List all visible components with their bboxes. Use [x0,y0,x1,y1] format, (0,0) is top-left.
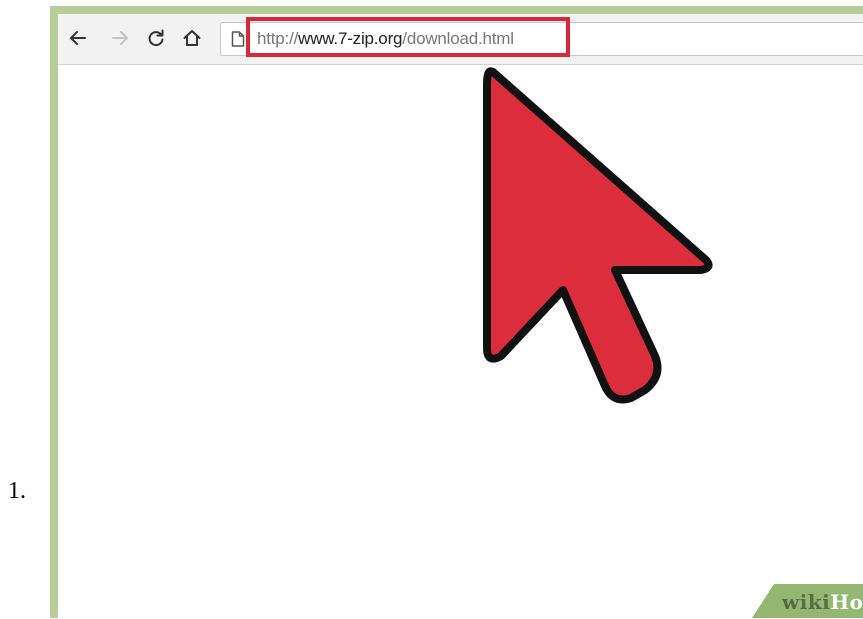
watermark-wiki: wiki [782,590,831,614]
url-highlight-box [246,17,570,57]
home-icon [183,30,201,46]
reload-button[interactable] [144,26,168,50]
watermark-how: How [830,590,863,614]
address-bar[interactable]: http://www.7-zip.org/download.html [220,17,863,57]
step-number: 1. [8,478,26,504]
arrow-left-icon [70,31,86,45]
watermark-text: wikiHow [782,590,863,614]
mouse-pointer-icon [483,67,713,404]
wikihow-watermark: wikiHow [752,584,863,618]
reload-icon [148,29,164,47]
arrow-right-icon [112,31,128,45]
home-button[interactable] [180,26,204,50]
back-button[interactable] [66,26,90,50]
forward-button[interactable] [108,26,132,50]
browser-toolbar: http://www.7-zip.org/download.html [58,14,863,65]
page-icon [231,31,245,47]
screenshot-frame: http://www.7-zip.org/download.html wikiH… [50,6,863,618]
browser-window: http://www.7-zip.org/download.html wikiH… [58,14,863,618]
